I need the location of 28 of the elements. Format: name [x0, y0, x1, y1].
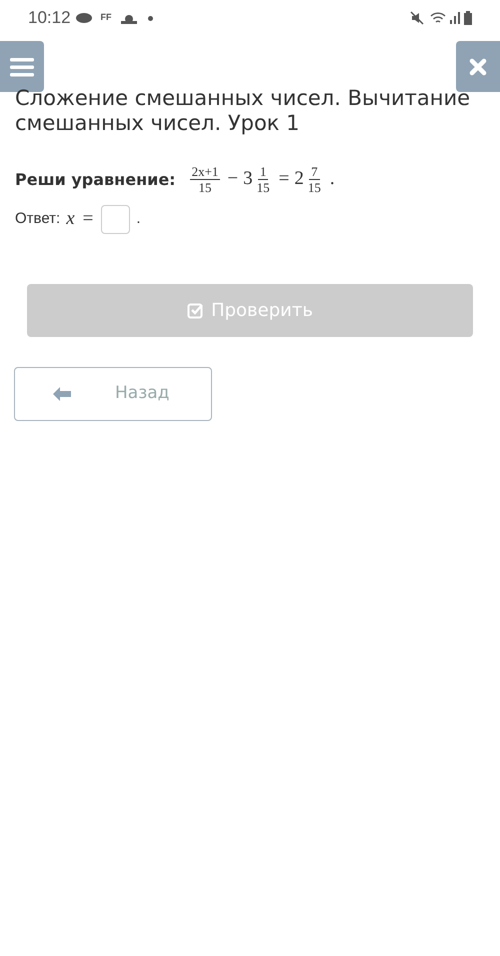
math-operator: . — [136, 209, 141, 230]
lesson-title: Сложение смешанных чисел. Вычитание смешанных чисел. Урок 1 — [14, 86, 472, 136]
signal-icon — [450, 12, 460, 24]
math-operator: = — [82, 207, 94, 232]
close-icon — [469, 58, 487, 76]
back-button[interactable]: Назад — [14, 367, 212, 421]
dot-icon — [148, 16, 153, 20]
task-label: Реши уравнение: — [15, 168, 176, 190]
mute-icon — [410, 11, 424, 25]
cloud-icon — [74, 12, 93, 24]
fraction: 1 15 — [256, 164, 271, 195]
whole-number: 2 — [294, 167, 304, 192]
math-operator: − — [227, 167, 238, 192]
math-operator: = — [278, 167, 290, 192]
fraction: 7 15 — [306, 164, 322, 195]
arrow-left-icon — [53, 387, 71, 401]
whole-number: 3 — [243, 167, 253, 192]
wifi-icon — [430, 12, 446, 24]
answer-field[interactable] — [101, 205, 130, 234]
battery-icon — [464, 11, 472, 25]
status-time: 10:12 — [28, 7, 71, 30]
checkbox-icon — [187, 302, 206, 320]
math-variable: x — [66, 207, 75, 232]
notification-text: FF — [100, 11, 112, 24]
math-operator: . — [330, 167, 335, 192]
menu-icon — [10, 56, 34, 76]
fraction: 2x+1 15 — [190, 164, 220, 195]
answer-label: Ответ: — [15, 209, 60, 230]
